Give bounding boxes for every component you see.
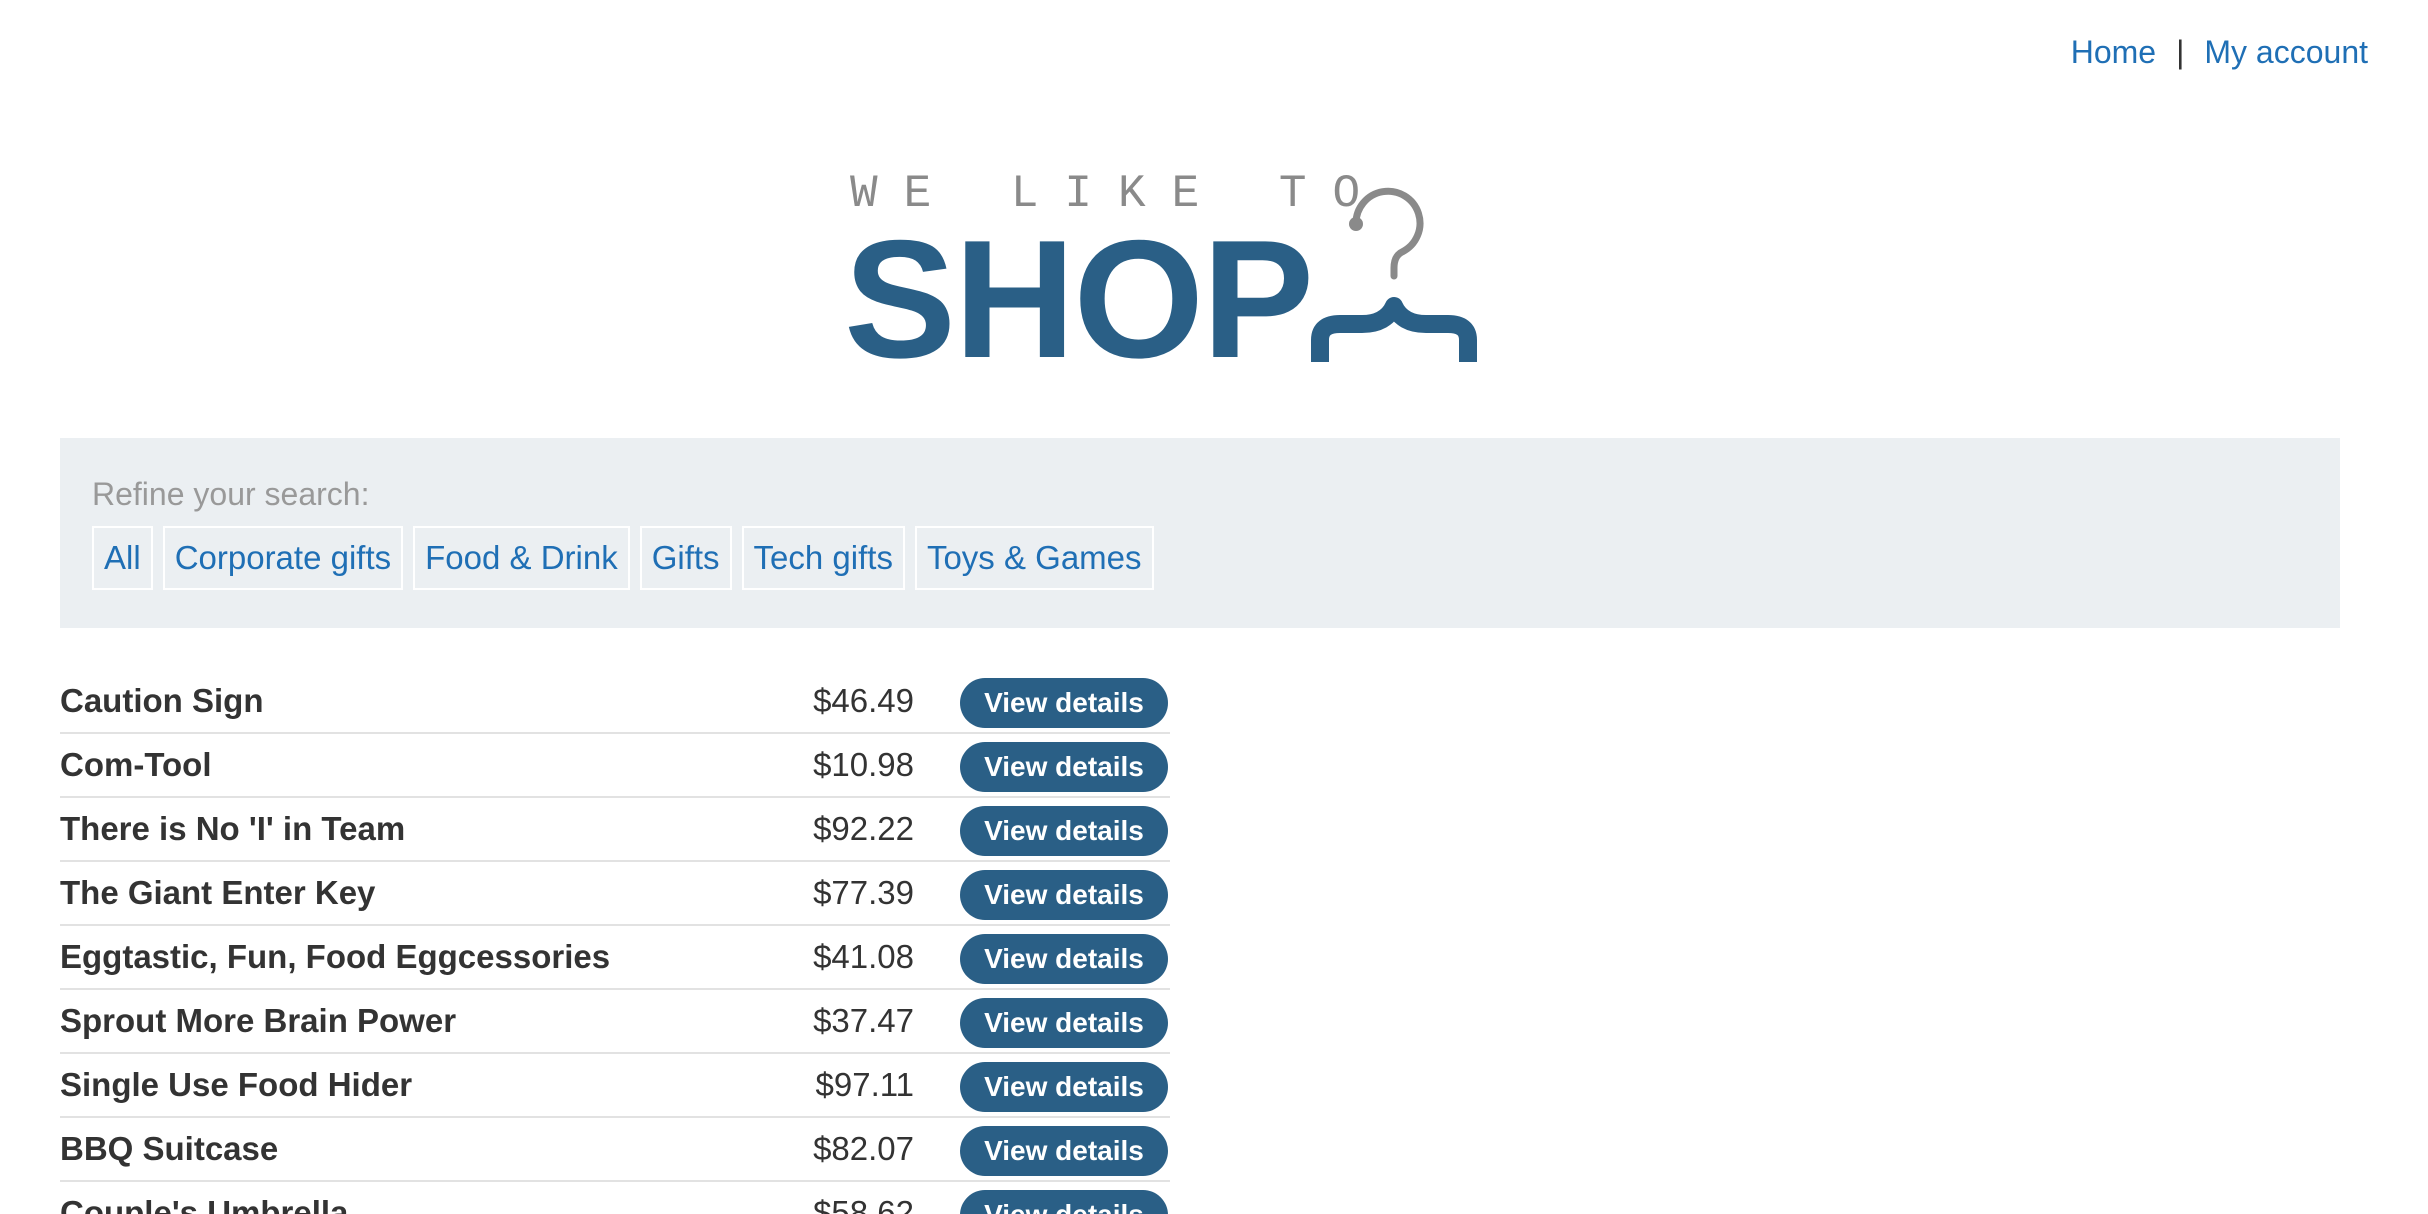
view-details-button[interactable]: View details	[960, 870, 1168, 920]
category-tech-gifts[interactable]: Tech gifts	[741, 526, 905, 590]
product-row: Single Use Food Hider $97.11 View detail…	[60, 1054, 1170, 1118]
view-details-button[interactable]: View details	[960, 1190, 1168, 1214]
product-list: Caution Sign $46.49 View details Com-Too…	[60, 670, 1170, 1214]
home-link[interactable]: Home	[2071, 34, 2156, 71]
product-name: BBQ Suitcase	[60, 1130, 279, 1167]
view-details-button[interactable]: View details	[960, 934, 1168, 984]
product-price: $97.11	[815, 1066, 914, 1103]
page: Home | My account WE LIKE TO SHOP Refine…	[0, 0, 2428, 1214]
product-price: $37.47	[813, 1002, 914, 1039]
category-toys-games[interactable]: Toys & Games	[914, 526, 1154, 590]
top-nav: Home | My account	[2071, 34, 2368, 71]
product-price: $41.08	[813, 938, 914, 975]
view-details-button[interactable]: View details	[960, 998, 1168, 1048]
product-row: Caution Sign $46.49 View details	[60, 670, 1170, 734]
product-name: There is No 'I' in Team	[60, 810, 406, 847]
product-name: Caution Sign	[60, 682, 264, 719]
category-corporate-gifts[interactable]: Corporate gifts	[162, 526, 404, 590]
product-price: $92.22	[813, 810, 914, 847]
product-name: Eggtastic, Fun, Food Eggcessories	[60, 938, 611, 975]
product-name: Com-Tool	[60, 746, 212, 783]
view-details-button[interactable]: View details	[960, 806, 1168, 856]
filter-bar: Refine your search: All Corporate gifts …	[60, 438, 2340, 628]
product-price: $10.98	[813, 746, 914, 783]
category-filter-list: All Corporate gifts Food & Drink Gifts T…	[92, 526, 1154, 590]
nav-separator: |	[2176, 34, 2185, 70]
category-food-drink[interactable]: Food & Drink	[413, 526, 630, 590]
product-name: Single Use Food Hider	[60, 1066, 413, 1103]
product-row: BBQ Suitcase $82.07 View details	[60, 1118, 1170, 1182]
view-details-button[interactable]: View details	[960, 1062, 1168, 1112]
product-price: $82.07	[813, 1130, 914, 1167]
category-gifts[interactable]: Gifts	[639, 526, 732, 590]
product-row: There is No 'I' in Team $92.22 View deta…	[60, 798, 1170, 862]
category-all[interactable]: All	[92, 526, 153, 590]
product-row: The Giant Enter Key $77.39 View details	[60, 862, 1170, 926]
view-details-button[interactable]: View details	[960, 678, 1168, 728]
product-name: Sprout More Brain Power	[60, 1002, 457, 1039]
product-row: Couple's Umbrella $58.62 View details	[60, 1182, 1170, 1214]
product-name: The Giant Enter Key	[60, 874, 376, 911]
product-price: $46.49	[813, 682, 914, 719]
product-row: Sprout More Brain Power $37.47 View deta…	[60, 990, 1170, 1054]
product-row: Com-Tool $10.98 View details	[60, 734, 1170, 798]
hanger-icon	[1311, 187, 1477, 362]
product-price: $58.62	[813, 1194, 914, 1214]
product-name: Couple's Umbrella	[60, 1194, 349, 1214]
view-details-button[interactable]: View details	[960, 742, 1168, 792]
product-row: Eggtastic, Fun, Food Eggcessories $41.08…	[60, 926, 1170, 990]
logo-word: SHOP	[844, 205, 1314, 393]
refine-search-label: Refine your search:	[92, 476, 370, 512]
my-account-link[interactable]: My account	[2204, 34, 2368, 71]
product-price: $77.39	[813, 874, 914, 911]
shop-logo[interactable]: WE LIKE TO SHOP	[844, 168, 1570, 384]
view-details-button[interactable]: View details	[960, 1126, 1168, 1176]
